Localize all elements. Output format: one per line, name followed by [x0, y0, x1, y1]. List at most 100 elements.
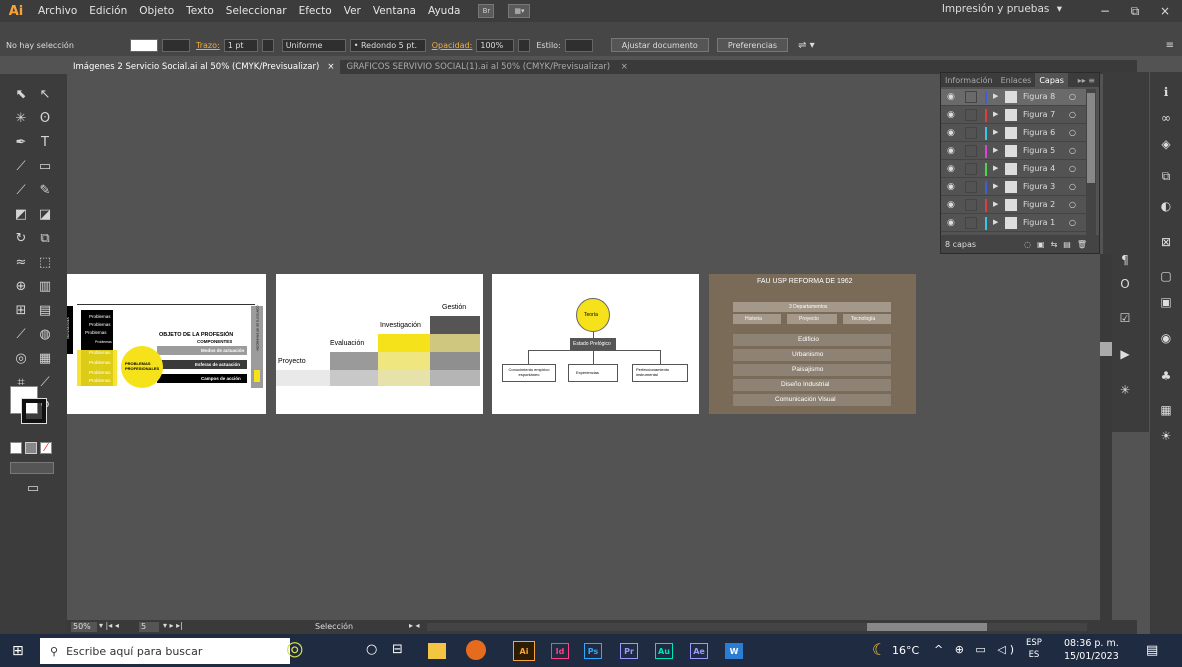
stroke-color-swatch[interactable] — [21, 398, 47, 424]
fit-document-button[interactable]: Ajustar documento — [610, 38, 709, 52]
artboards-icon[interactable]: ⧉ — [1158, 168, 1174, 184]
menu-seleccionar[interactable]: Seleccionar — [220, 5, 293, 17]
visibility-eye-icon[interactable]: ◉ — [947, 146, 955, 156]
firefox-icon[interactable] — [466, 640, 486, 660]
artboard-1[interactable]: NECESIDADES Problemas Problemas Problema… — [66, 274, 266, 414]
stroke-swatch[interactable] — [162, 38, 190, 52]
target-icon[interactable]: ○ — [1069, 128, 1076, 137]
paintbrush-icon[interactable]: ⟋ — [10, 180, 32, 200]
shape-builder-icon[interactable]: ⊕ — [10, 276, 32, 296]
expand-arrow-icon[interactable]: ▶ — [993, 128, 998, 136]
layer-row[interactable]: ◉ ▶ Figura 4 ○ — [941, 161, 1086, 178]
selection-tool-icon[interactable]: ⬉ — [10, 84, 32, 104]
menu-archivo[interactable]: Archivo — [32, 5, 83, 17]
color-icon[interactable]: ◐ — [1158, 198, 1174, 214]
column-graph-icon[interactable]: ▦ — [34, 348, 56, 368]
target-icon[interactable]: ○ — [1069, 218, 1076, 227]
lock-toggle[interactable] — [965, 217, 977, 229]
visibility-eye-icon[interactable]: ◉ — [947, 110, 955, 120]
tab-capas[interactable]: Capas — [1035, 73, 1068, 87]
lock-toggle[interactable] — [965, 127, 977, 139]
expand-arrow-icon[interactable]: ▶ — [993, 92, 998, 100]
layers-icon[interactable]: ◈ — [1158, 136, 1174, 152]
cortana-icon[interactable]: ○ — [366, 642, 377, 657]
mesh-tool-icon[interactable]: ⊞ — [10, 300, 32, 320]
brush-select[interactable]: • Redondo 5 pt. — [349, 38, 426, 52]
preferences-button[interactable]: Preferencias — [716, 38, 789, 52]
stroke-weight-field[interactable]: 1 pt — [223, 38, 258, 52]
lock-toggle[interactable] — [965, 145, 977, 157]
expand-arrow-icon[interactable]: ▶ — [993, 182, 998, 190]
file-explorer-icon[interactable] — [428, 643, 446, 659]
style-swatch[interactable] — [564, 38, 593, 52]
close-icon[interactable]: × — [327, 62, 334, 72]
close-icon[interactable]: × — [621, 62, 628, 72]
expand-arrow-icon[interactable]: ▶ — [993, 110, 998, 118]
taskbar-premiere[interactable]: Pr — [620, 643, 638, 659]
taskbar-indesign[interactable]: Id — [551, 643, 569, 659]
expand-arrow-icon[interactable]: ▶ — [993, 146, 998, 154]
visibility-eye-icon[interactable]: ◉ — [947, 164, 955, 174]
bridge-icon[interactable]: Br — [478, 4, 495, 18]
weather-moon-icon[interactable]: ☾ — [872, 640, 886, 659]
taskbar-illustrator[interactable]: Ai — [513, 641, 535, 661]
links-icon[interactable]: ∞ — [1158, 110, 1174, 126]
panel-menu-icon[interactable]: ≡ — [1166, 40, 1174, 51]
expand-arrow-icon[interactable]: ▶ — [993, 200, 998, 208]
direct-selection-tool-icon[interactable]: ↖ — [34, 84, 56, 104]
artboard-2[interactable]: Proyecto Evaluación Investigación Gestió… — [276, 274, 483, 414]
graphic-styles-icon[interactable]: ▦ — [1158, 402, 1174, 418]
lock-toggle[interactable] — [965, 109, 977, 121]
layer-actions-icon[interactable]: ◌▣⇆▤🗑 — [1024, 240, 1093, 249]
lock-toggle[interactable] — [965, 91, 977, 103]
stroke-profile-select[interactable]: Uniforme — [281, 38, 346, 52]
scale-tool-icon[interactable]: ⧉ — [34, 228, 56, 248]
gradient-tool-icon[interactable]: ▤ — [34, 300, 56, 320]
system-tray-icons[interactable]: ^ ⊕ ▭ ◁) — [934, 643, 1018, 656]
menu-edicion[interactable]: Edición — [83, 5, 133, 17]
page-field[interactable]: 5 — [139, 622, 159, 632]
drawing-modes[interactable] — [10, 462, 54, 474]
workspace-switcher[interactable]: Impresión y pruebas ▾ — [942, 3, 1062, 15]
warp-tool-icon[interactable]: ≈ — [10, 252, 32, 272]
menu-efecto[interactable]: Efecto — [293, 5, 338, 17]
symbol-sprayer-icon[interactable]: ◎ — [10, 348, 32, 368]
chevron-down-icon[interactable] — [261, 38, 274, 52]
taskbar-photoshop[interactable]: Ps — [584, 643, 602, 659]
tab-enlaces[interactable]: Enlaces — [997, 76, 1036, 85]
target-icon[interactable]: ○ — [1069, 146, 1076, 155]
visibility-eye-icon[interactable]: ◉ — [947, 200, 955, 210]
document-info-icon[interactable]: ▢ — [1158, 268, 1174, 284]
color-mode-button[interactable] — [10, 442, 22, 454]
none-mode-button[interactable]: ⁄ — [40, 442, 52, 454]
taskbar-search[interactable]: ⚲ Escribe aquí para buscar — [40, 638, 290, 664]
blend-tool-icon[interactable]: ◍ — [34, 324, 56, 344]
pen-tool-icon[interactable]: ✒ — [10, 132, 32, 152]
target-icon[interactable]: ○ — [1069, 92, 1076, 101]
taskbar-word[interactable]: W — [725, 643, 743, 659]
layer-row[interactable]: ◉ ▶ Figura 2 ○ — [941, 197, 1086, 214]
visibility-eye-icon[interactable]: ◉ — [947, 92, 955, 102]
layer-row[interactable]: ◉ ▶ Figura 3 ○ — [941, 179, 1086, 196]
lasso-icon[interactable]: ʘ — [34, 108, 56, 128]
expand-arrow-icon[interactable]: ▶ — [993, 164, 998, 172]
taskbar-audition[interactable]: Au — [655, 643, 673, 659]
layer-row[interactable]: ◉ ▶ Figura 7 ○ — [941, 107, 1086, 124]
status-arrow-icon[interactable]: ▸ ◂ — [409, 621, 420, 630]
screen-mode-icon[interactable]: ▭ — [22, 478, 44, 498]
expand-arrow-icon[interactable]: ▶ — [993, 218, 998, 226]
chevron-down-icon[interactable] — [518, 38, 531, 52]
menu-ver[interactable]: Ver — [338, 5, 367, 17]
artboard-3[interactable]: Teoría Estado Prelógico Conocimiento emp… — [492, 274, 699, 414]
symbols-icon[interactable]: ♣ — [1158, 368, 1174, 384]
windows-start-icon[interactable]: ⊞ — [12, 643, 28, 659]
horizontal-scrollbar[interactable] — [427, 623, 1087, 631]
search-highlight-icon[interactable]: ◎ — [286, 636, 340, 666]
type-tool-icon[interactable]: T — [34, 132, 56, 152]
task-view-icon[interactable]: ⊟ — [392, 642, 403, 657]
lock-toggle[interactable] — [965, 181, 977, 193]
appearance-icon[interactable]: ☀ — [1158, 428, 1174, 444]
fill-swatch[interactable] — [130, 38, 158, 52]
layer-row[interactable]: ◉ ▶ Figura 1 ○ — [941, 215, 1086, 232]
zoom-field[interactable]: 50% — [71, 622, 97, 632]
